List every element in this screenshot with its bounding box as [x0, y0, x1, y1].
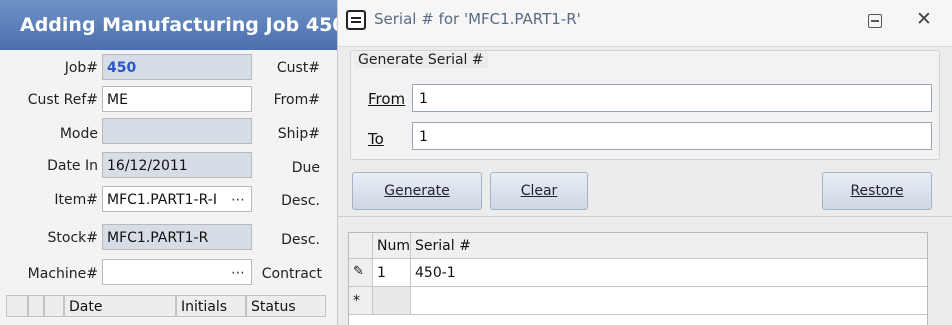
- stock-label: Stock#: [47, 230, 98, 246]
- cust-ref-label: Cust Ref#: [27, 92, 98, 108]
- serial-row-value[interactable]: 450-1: [411, 259, 927, 287]
- cust-label: Cust#: [276, 60, 320, 76]
- serial-dialog: Serial # for 'MFC1.PART1-R' ✕ Generate S…: [338, 0, 952, 325]
- grid-header-date[interactable]: Date: [64, 295, 176, 317]
- close-icon[interactable]: ✕: [916, 9, 932, 29]
- desc-label-1: Desc.: [281, 193, 320, 209]
- ship-label: Ship#: [277, 126, 320, 142]
- contract-label: Contract: [261, 266, 322, 282]
- mode-field[interactable]: [102, 118, 252, 144]
- mode-label: Mode: [59, 126, 98, 142]
- item-value: MFC1.PART1-R-I: [107, 192, 217, 208]
- from-label: From#: [273, 92, 320, 108]
- desc-label-2: Desc.: [281, 232, 320, 248]
- grid-header-status[interactable]: Status: [246, 295, 326, 317]
- machine-label: Machine#: [27, 266, 98, 282]
- item-field[interactable]: MFC1.PART1-R-I ⋯: [102, 186, 252, 212]
- item-lookup-icon[interactable]: ⋯: [231, 187, 245, 211]
- grid-spacer-header: [28, 295, 44, 317]
- job-history-grid: Date Initials Status: [6, 295, 332, 325]
- grid-header-serial[interactable]: Serial #: [411, 233, 927, 259]
- serial-row-num[interactable]: 1: [373, 259, 411, 287]
- date-in-label: Date In: [47, 158, 98, 174]
- grid-header-num[interactable]: Num: [373, 233, 411, 259]
- job-label: Job#: [64, 60, 98, 76]
- new-row-serial-cell[interactable]: [411, 287, 927, 315]
- restore-button[interactable]: Restore: [822, 172, 932, 210]
- generate-serial-group-title: Generate Serial #: [354, 52, 488, 68]
- item-label: Item#: [54, 192, 98, 208]
- from-serial-input[interactable]: 1: [412, 84, 932, 112]
- date-in-field[interactable]: 16/12/2011: [102, 152, 252, 178]
- minimize-icon[interactable]: [868, 14, 882, 28]
- generate-button[interactable]: Generate: [352, 172, 482, 210]
- grid-corner: [349, 233, 373, 259]
- to-serial-label: To: [368, 130, 384, 148]
- stock-field[interactable]: MFC1.PART1-R: [102, 224, 252, 250]
- window-app-icon: [346, 10, 366, 30]
- job-panel: Adding Manufacturing Job 450 Job# 450 Cu…: [0, 0, 338, 325]
- dialog-separator: [338, 216, 952, 217]
- row-edit-icon: ✎: [349, 259, 373, 287]
- job-panel-title: Adding Manufacturing Job 450: [0, 0, 337, 50]
- due-label: Due: [291, 160, 320, 176]
- from-serial-label: From: [368, 90, 406, 108]
- new-row-num-cell[interactable]: [373, 287, 411, 315]
- machine-field[interactable]: ⋯: [102, 259, 252, 285]
- dialog-title: Serial # for 'MFC1.PART1-R': [374, 10, 581, 28]
- grid-spacer-header: [44, 295, 64, 317]
- clear-button[interactable]: Clear: [490, 172, 588, 210]
- to-serial-input[interactable]: 1: [412, 122, 932, 150]
- new-row-icon: *: [349, 287, 373, 315]
- dialog-title-bar[interactable]: Serial # for 'MFC1.PART1-R' ✕: [338, 0, 952, 47]
- machine-lookup-icon[interactable]: ⋯: [231, 260, 245, 284]
- cust-ref-field[interactable]: ME: [102, 86, 252, 112]
- grid-row-indicator-header: [6, 295, 28, 317]
- serial-grid: Num Serial # ✎ 1 450-1 *: [348, 232, 928, 325]
- grid-header-initials[interactable]: Initials: [176, 295, 246, 317]
- job-number-field[interactable]: 450: [102, 54, 252, 80]
